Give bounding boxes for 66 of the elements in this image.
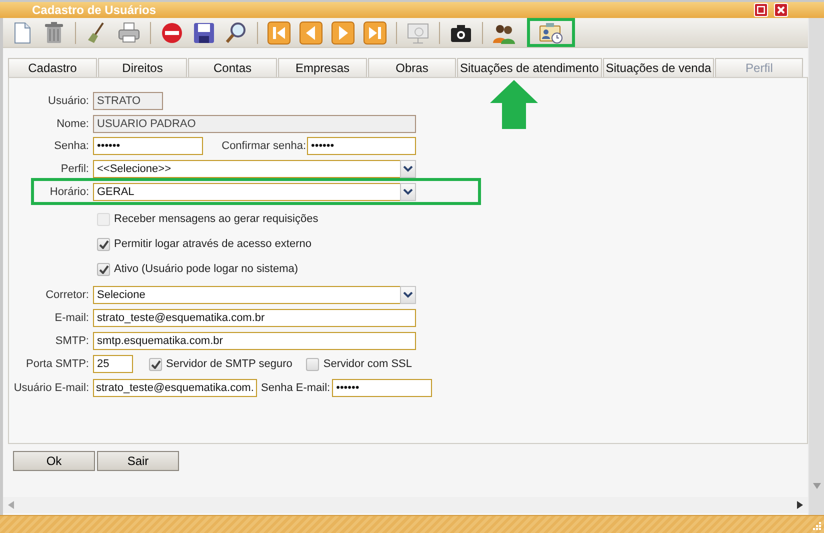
resize-grip-icon[interactable] (813, 522, 821, 530)
last-button[interactable] (362, 20, 388, 46)
password-field[interactable]: •••••• (307, 137, 416, 155)
field-label: Usuário: (47, 95, 89, 107)
field-label: SMTP: (54, 335, 89, 347)
field-label: Senha E-mail: (261, 382, 330, 394)
id-card-icon (539, 20, 563, 44)
save-icon (192, 20, 216, 44)
close-icon (777, 6, 785, 14)
exit-button[interactable]: Sair (97, 451, 179, 471)
field-label: Senha: (53, 140, 89, 152)
ok-button[interactable]: Ok (13, 451, 95, 471)
password-field[interactable]: •••••• (93, 137, 203, 155)
dropdown[interactable]: GERAL (93, 183, 416, 201)
tab[interactable]: Situações de atendimento (457, 58, 602, 77)
checkbox-label: Receber mensagens ao gerar requisições (114, 213, 318, 225)
field-label: Nome: (56, 118, 89, 130)
horizontal-scrollbar[interactable] (3, 497, 808, 513)
input-field[interactable]: strato_teste@esquematika.com. (93, 379, 257, 397)
field-label: Corretor: (44, 289, 89, 301)
close-button[interactable] (774, 3, 788, 17)
checkbox-label: Ativo (Usuário pode logar no sistema) (114, 263, 298, 275)
checkbox[interactable] (97, 262, 110, 276)
input-field[interactable]: strato_teste@esquematika.com.br (93, 309, 416, 327)
tab[interactable]: Cadastro (8, 58, 97, 77)
previous-icon (299, 20, 323, 44)
checkbox-label: Servidor de SMTP seguro (166, 358, 292, 370)
last-icon (363, 20, 387, 44)
checkbox[interactable] (149, 358, 162, 370)
screen-icon (406, 20, 430, 44)
dropdown[interactable]: <<Selecione>> (93, 160, 416, 178)
no-entry-icon (160, 20, 184, 44)
next-button[interactable] (330, 20, 356, 46)
checkbox-label: Permitir logar através de acesso externo (114, 238, 312, 250)
field-label: E-mail: (54, 312, 89, 324)
first-button[interactable] (266, 20, 292, 46)
checkbox-label: Servidor com SSL (323, 358, 412, 370)
tab[interactable]: Obras (368, 58, 456, 77)
maximize-button[interactable] (754, 3, 768, 17)
tab[interactable]: Situações de venda (602, 58, 714, 77)
input-field[interactable]: smtp.esquematika.com.br (93, 332, 416, 350)
trash-icon (42, 20, 66, 44)
scroll-right-icon[interactable] (797, 501, 803, 509)
field-label: Usuário E-mail: (12, 382, 89, 394)
vertical-scrollbar[interactable] (808, 18, 824, 515)
window-title: Cadastro de Usuários (32, 3, 158, 17)
field-label: Perfil: (60, 163, 89, 175)
search-icon (224, 20, 248, 44)
checkbox[interactable] (306, 358, 320, 370)
field-label: Horário: (48, 186, 89, 198)
previous-button[interactable] (298, 20, 324, 46)
printer-button[interactable] (116, 20, 142, 46)
checkbox[interactable] (97, 238, 110, 250)
field-label: Confirmar senha: (220, 140, 306, 152)
first-icon (267, 20, 291, 44)
tab[interactable]: Direitos (98, 58, 187, 77)
password-field[interactable]: •••••• (332, 379, 432, 397)
printer-icon (117, 20, 141, 44)
next-icon (331, 20, 355, 44)
dropdown[interactable]: Selecione (93, 286, 416, 304)
up-arrow-icon (490, 80, 538, 129)
tab[interactable]: Contas (188, 58, 277, 77)
tab[interactable]: Empresas (278, 58, 367, 77)
input-field[interactable]: 25 (93, 355, 133, 373)
field-label: Porta SMTP: (25, 358, 89, 370)
maximize-icon (757, 6, 765, 14)
